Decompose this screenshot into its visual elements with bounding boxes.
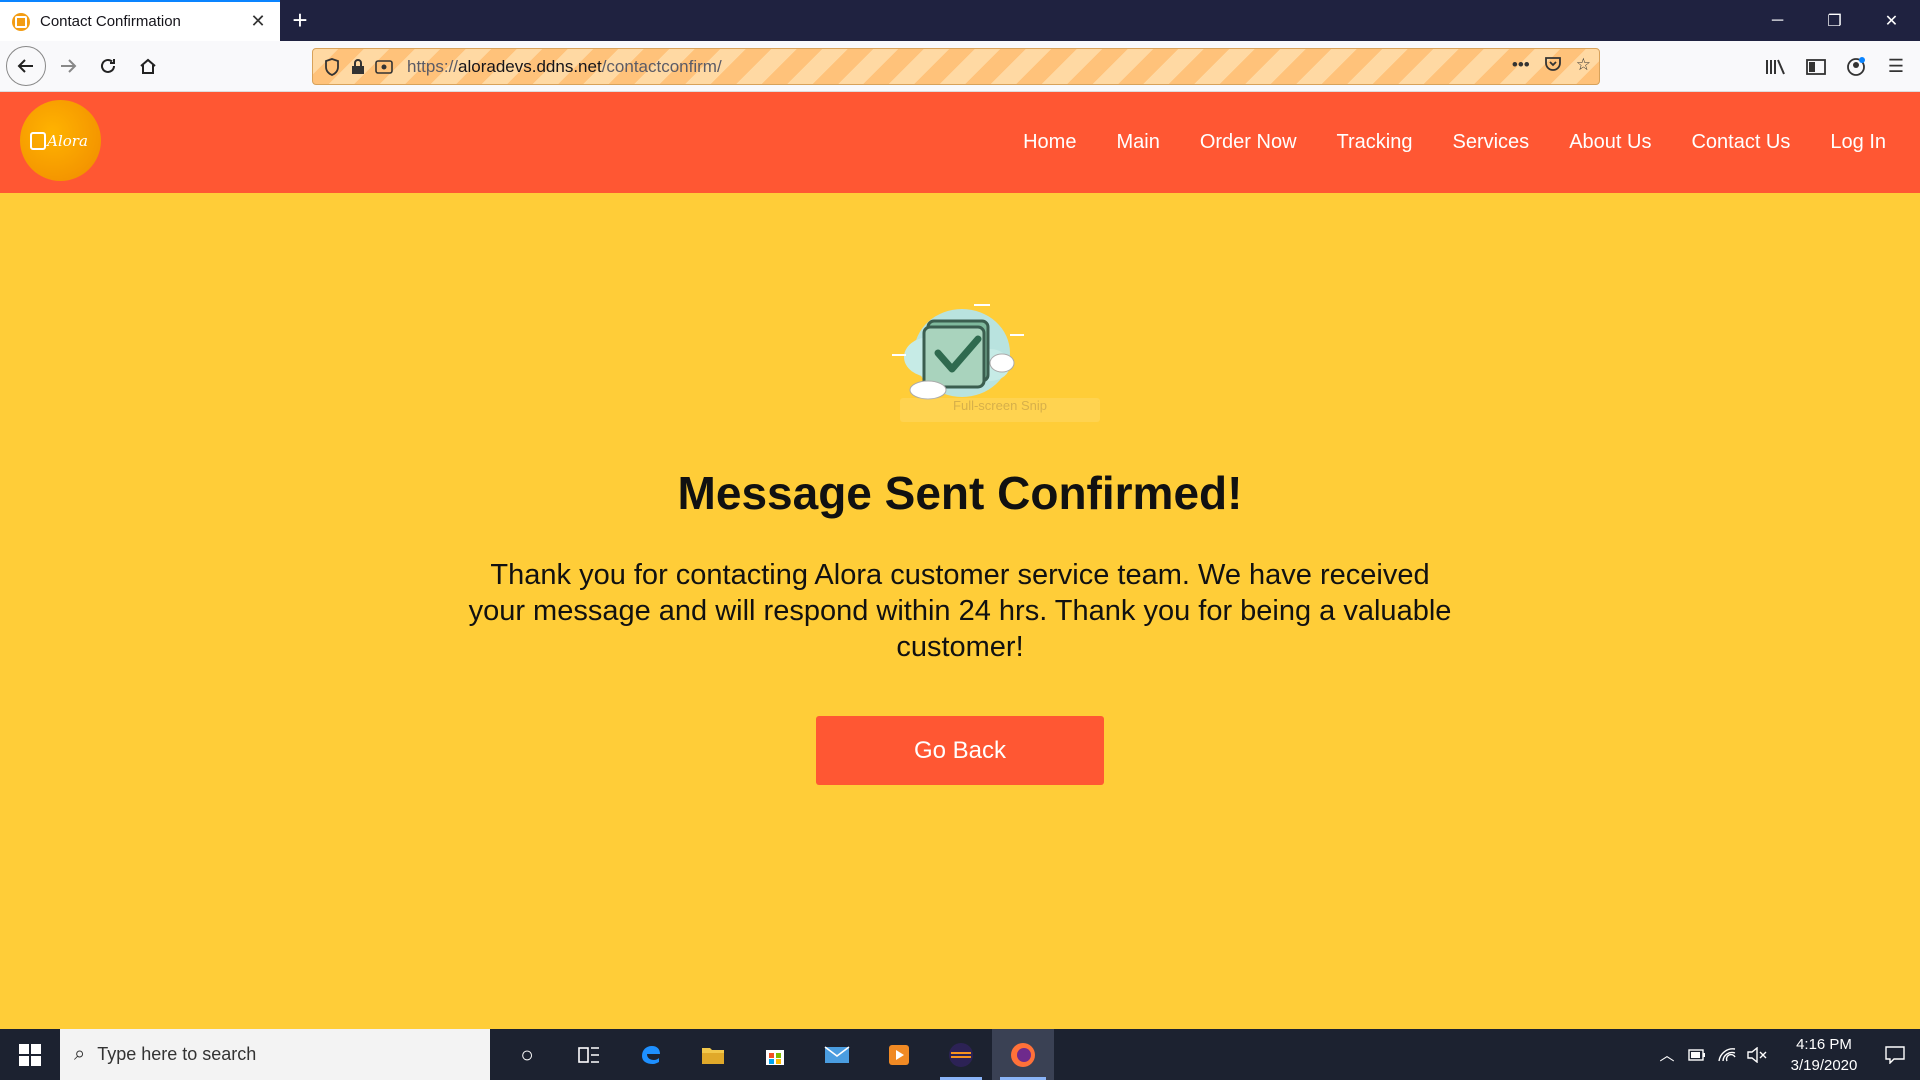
taskbar-clock[interactable]: 4:16 PM 3/19/2020: [1778, 1034, 1870, 1076]
url-text[interactable]: https://aloradevs.ddns.net/contactconfir…: [407, 57, 1512, 77]
snip-overlay-label: Full-screen Snip: [900, 398, 1100, 422]
chevron-up-icon[interactable]: ︿: [1652, 1029, 1682, 1080]
eclipse-icon[interactable]: [930, 1029, 992, 1080]
clock-date: 3/19/2020: [1790, 1056, 1858, 1074]
back-button[interactable]: [6, 46, 46, 86]
nav-tracking[interactable]: Tracking: [1317, 131, 1433, 154]
close-tab-icon[interactable]: ✕: [248, 11, 268, 32]
window-controls: ─ ❐ ✕: [1749, 0, 1920, 41]
browser-tab[interactable]: Contact Confirmation ✕: [0, 0, 280, 41]
nav-log-in[interactable]: Log In: [1810, 131, 1906, 154]
main-navigation: Home Main Order Now Tracking Services Ab…: [1003, 92, 1906, 193]
pocket-icon[interactable]: [1544, 55, 1562, 78]
firefox-icon[interactable]: [992, 1029, 1054, 1080]
taskbar-search[interactable]: ⌕ Type here to search: [60, 1029, 490, 1080]
url-scheme: https://: [407, 56, 459, 76]
delivery-cart-icon: [30, 132, 46, 150]
url-path: /contactconfirm/: [601, 56, 722, 76]
confirmation-message: Thank you for contacting Alora customer …: [468, 559, 1452, 663]
edge-icon[interactable]: [620, 1029, 682, 1080]
arrow-left-icon: [17, 59, 33, 73]
nav-contact-us[interactable]: Contact Us: [1671, 131, 1810, 154]
browser-toolbar: https://aloradevs.ddns.net/contactconfir…: [0, 41, 1920, 92]
nav-home[interactable]: Home: [1003, 131, 1096, 154]
start-button[interactable]: [0, 1029, 60, 1080]
url-bar[interactable]: https://aloradevs.ddns.net/contactconfir…: [312, 48, 1600, 85]
page-actions-icon[interactable]: •••: [1512, 55, 1530, 78]
nav-main[interactable]: Main: [1096, 131, 1179, 154]
reload-icon: [101, 58, 115, 73]
site-favicon-icon: [12, 12, 30, 31]
bookmark-star-icon[interactable]: ☆: [1576, 55, 1591, 78]
arrow-right-icon: [61, 59, 77, 73]
system-tray: ︿ 4:16 PM 3/19/2020: [1652, 1029, 1920, 1080]
close-window-button[interactable]: ✕: [1863, 0, 1920, 41]
library-icon[interactable]: [1760, 48, 1792, 85]
browser-tab-bar: Contact Confirmation ✕ + ─ ❐ ✕: [0, 0, 1920, 41]
go-back-button[interactable]: Go Back: [816, 716, 1104, 785]
new-tab-button[interactable]: +: [280, 0, 320, 41]
tab-title: Contact Confirmation: [40, 13, 181, 30]
notifications-icon[interactable]: [1870, 1029, 1920, 1080]
volume-muted-icon[interactable]: [1742, 1029, 1772, 1080]
cortana-icon[interactable]: ○: [496, 1029, 558, 1080]
shield-icon[interactable]: [321, 56, 343, 78]
media-player-icon[interactable]: [868, 1029, 930, 1080]
alora-logo[interactable]: Alora: [20, 100, 101, 181]
windows-taskbar: ⌕ Type here to search ○ ︿ 4:16 PM 3/19/2…: [0, 1029, 1920, 1080]
menu-icon[interactable]: ☰: [1880, 48, 1912, 85]
nav-order-now[interactable]: Order Now: [1180, 131, 1317, 154]
nav-about-us[interactable]: About Us: [1549, 131, 1671, 154]
reload-button[interactable]: [88, 46, 128, 86]
search-placeholder: Type here to search: [97, 1044, 257, 1064]
account-icon[interactable]: [1840, 48, 1872, 85]
home-icon: [140, 58, 156, 74]
site-header: Alora Home Main Order Now Tracking Servi…: [0, 92, 1920, 193]
sidebar-icon[interactable]: [1800, 48, 1832, 85]
home-button[interactable]: [128, 46, 168, 86]
confirmation-heading: Message Sent Confirmed!: [677, 467, 1243, 519]
file-explorer-icon[interactable]: [682, 1029, 744, 1080]
logo-text: Alora: [47, 131, 88, 150]
mail-icon[interactable]: [806, 1029, 868, 1080]
lock-icon[interactable]: [347, 56, 369, 78]
search-icon: ⌕: [74, 1043, 86, 1065]
permissions-icon[interactable]: [373, 56, 395, 78]
task-view-icon[interactable]: [558, 1029, 620, 1080]
wifi-icon[interactable]: [1712, 1029, 1742, 1080]
windows-logo-icon: [19, 1043, 41, 1066]
battery-icon[interactable]: [1682, 1029, 1712, 1080]
clock-time: 4:16 PM: [1796, 1035, 1852, 1053]
forward-button[interactable]: [48, 46, 88, 86]
restore-button[interactable]: ❐: [1806, 0, 1863, 41]
store-icon[interactable]: [744, 1029, 806, 1080]
minimize-button[interactable]: ─: [1749, 0, 1806, 41]
url-host: aloradevs.ddns.net: [458, 56, 602, 76]
nav-services[interactable]: Services: [1432, 131, 1549, 154]
